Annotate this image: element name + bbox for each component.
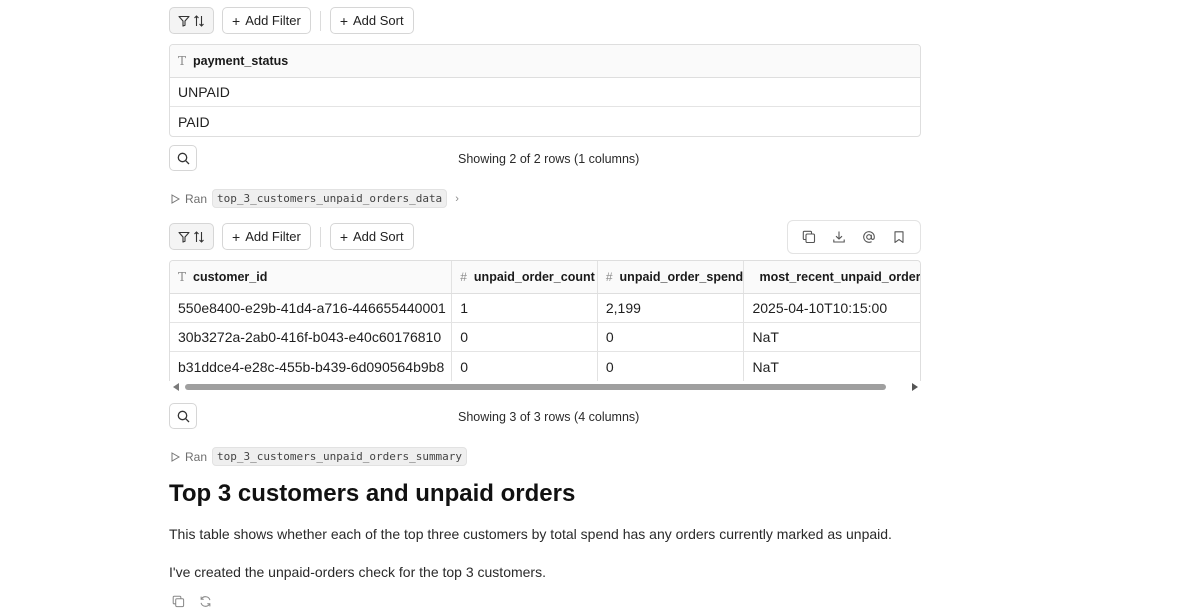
bookmark-icon [894,231,904,243]
table-cell: 30b3272a-2ab0-416f-b043-e40c60176810 [170,323,453,351]
copy-icon [802,230,816,244]
search-icon [177,152,189,164]
column-header-label: payment_status [193,54,289,68]
add-filter-label: Add Filter [245,229,301,244]
column-header-most-recent-unpaid-order[interactable]: most_recent_unpaid_order_ [744,261,920,293]
table2-row-count: Showing 3 of 3 rows (4 columns) [458,410,640,424]
column-header-label: unpaid_order_spend [619,270,744,284]
add-filter-label: Add Filter [245,13,301,28]
add-sort-label: Add Sort [353,229,404,244]
summary-title: Top 3 customers and unpaid orders [169,480,576,507]
ran-query-name: top_3_customers_unpaid_orders_summary [212,447,468,466]
at-icon [863,231,875,243]
summary-description: This table shows whether each of the top… [169,526,892,542]
hash-icon: # [460,270,467,284]
ran-step-data[interactable]: Ran top_3_customers_unpaid_orders_data › [171,189,459,208]
message-actions [172,595,212,611]
customers-unpaid-orders-table: T customer_id # unpaid_order_count # unp… [169,260,921,381]
table-row[interactable]: UNPAID [170,78,920,107]
toolbar-divider [319,10,321,31]
table-header: T payment_status [170,45,920,78]
table-cell: 1 [452,294,598,322]
column-header-payment-status[interactable]: T payment_status [170,45,920,77]
table-row[interactable]: 30b3272a-2ab0-416f-b043-e40c60176810 0 0… [170,323,920,352]
copy-message-button[interactable] [172,595,185,611]
table-cell: 2025-04-10T10:15:00 [752,300,888,316]
add-sort-label: Add Sort [353,13,404,28]
filter-icon [178,231,190,243]
table1-search-button[interactable] [169,145,197,171]
column-header-unpaid-order-count[interactable]: # unpaid_order_count [452,261,598,293]
summary-note: I've created the unpaid-orders check for… [169,564,546,580]
copy-button[interactable] [802,230,816,244]
payment-status-table: T payment_status UNPAID PAID [169,44,921,137]
text-type-icon: T [178,270,187,284]
refresh-icon [200,596,211,607]
add-filter-button[interactable]: + Add Filter [222,7,311,34]
play-icon [171,451,180,462]
sort-icon [194,14,204,27]
table-cell: 0 [598,352,745,381]
ran-query-name: top_3_customers_unpaid_orders_data [212,189,448,208]
table-cell: 0 [452,352,598,381]
filter-sort-button[interactable] [169,7,214,34]
plus-icon: + [232,12,241,29]
table-cell: 550e8400-e29b-41d4-a716-446655440001 [170,294,453,322]
column-header-unpaid-order-spend[interactable]: # unpaid_order_spend [598,261,745,293]
filter-icon [178,15,190,27]
column-header-label: customer_id [193,270,268,284]
mention-button[interactable] [862,230,876,244]
table-row[interactable]: 550e8400-e29b-41d4-a716-446655440001 1 2… [170,294,920,323]
column-header-label: most_recent_unpaid_order_ [759,270,920,284]
scroll-left-arrow-icon[interactable] [173,383,179,391]
ran-label: Ran [185,191,208,206]
table-cell: 2,199 [598,294,745,322]
table2-search-button[interactable] [169,403,197,429]
chevron-right-icon: › [455,192,459,205]
table-actions [787,220,921,254]
toolbar-divider [319,226,321,247]
column-header-customer-id[interactable]: T customer_id [170,261,453,293]
column-header-label: unpaid_order_count [473,270,595,284]
sort-icon [194,230,204,243]
table-cell: b31ddce4-e28c-455b-b439-6d090564b9b8 [170,352,453,381]
hash-icon: # [605,270,613,284]
add-sort-button[interactable]: + Add Sort [329,7,414,34]
filter-sort-button[interactable] [169,223,214,250]
download-icon [833,231,845,243]
table2-toolbar: + Add Filter + Add Sort [169,223,414,250]
table-cell: UNPAID [178,84,230,100]
table-row[interactable]: PAID [170,107,920,136]
search-icon [177,410,189,422]
table-header: T customer_id # unpaid_order_count # unp… [170,261,920,294]
table-row[interactable]: b31ddce4-e28c-455b-b439-6d090564b9b8 0 0… [170,352,920,381]
table-cell: NaT [752,358,779,375]
regenerate-button[interactable] [199,595,212,611]
plus-icon: + [339,228,349,245]
plus-icon: + [339,12,349,29]
play-icon [171,193,180,204]
ran-label: Ran [185,449,208,464]
text-type-icon: T [178,54,187,68]
add-sort-button[interactable]: + Add Sort [329,223,414,250]
scrollbar-thumb[interactable] [185,384,886,390]
bookmark-button[interactable] [892,230,906,244]
add-filter-button[interactable]: + Add Filter [222,223,311,250]
table1-row-count: Showing 2 of 2 rows (1 columns) [458,152,640,166]
copy-icon [172,595,185,608]
table-cell: NaT [752,329,779,345]
table1-toolbar: + Add Filter + Add Sort [169,7,414,34]
horizontal-scrollbar[interactable] [169,381,921,393]
table-cell: 0 [452,323,598,351]
table-cell: PAID [178,113,210,130]
ran-step-summary[interactable]: Ran top_3_customers_unpaid_orders_summar… [171,447,468,466]
plus-icon: + [232,228,241,245]
download-button[interactable] [832,230,846,244]
table-cell: 0 [598,323,745,351]
scroll-right-arrow-icon[interactable] [912,383,918,391]
